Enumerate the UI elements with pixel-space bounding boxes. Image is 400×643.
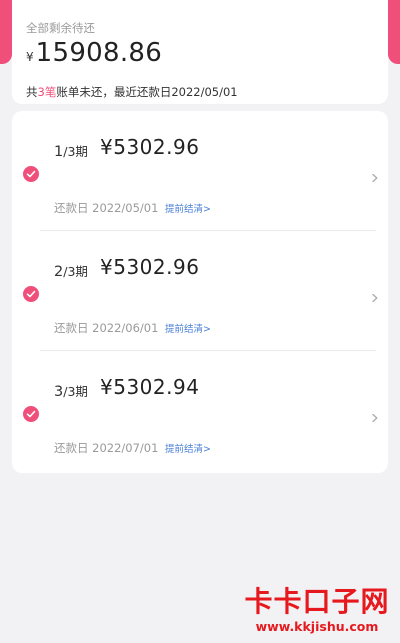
summary-note: 共3笔账单未还，最近还款日2022/05/01	[26, 84, 238, 100]
summary-note-prefix: 共	[26, 85, 38, 99]
summary-amount-row: ¥ 15908.86	[26, 38, 162, 68]
summary-note-count: 3笔	[37, 85, 57, 99]
bill-amount: ¥5302.94	[100, 375, 200, 399]
bill-period-current: 2	[54, 264, 64, 280]
watermark-url: www.kkjishu.com	[255, 619, 379, 634]
summary-label: 全部剩余待还	[26, 21, 95, 35]
check-icon[interactable]	[23, 286, 39, 302]
watermark-name: 卡卡口子网	[244, 585, 390, 618]
bill-period-current: 3	[54, 384, 64, 400]
bill-row-1[interactable]: 1/3期 ¥5302.96 还款日 2022/05/01 提前结清>	[12, 111, 388, 231]
chevron-right-icon[interactable]	[370, 288, 380, 303]
bill-period-current: 1	[54, 144, 64, 160]
summary-amount: 15908.86	[35, 38, 163, 68]
screen: 全部剩余待还 ¥ 15908.86 共3笔账单未还，最近还款日2022/05/0…	[0, 0, 400, 643]
check-icon[interactable]	[23, 166, 39, 182]
bill-period-total: /3期	[63, 264, 88, 279]
bill-due-date: 还款日 2022/05/01	[54, 201, 159, 215]
bill-list: 1/3期 ¥5302.96 还款日 2022/05/01 提前结清> 2/3期 …	[12, 111, 388, 473]
summary-card: 全部剩余待还 ¥ 15908.86 共3笔账单未还，最近还款日2022/05/0…	[12, 0, 388, 104]
header-accent-left	[0, 0, 12, 64]
bill-period-total: /3期	[63, 384, 88, 399]
bill-period-total: /3期	[63, 144, 88, 159]
bill-period: 3/3期	[54, 381, 88, 400]
prepay-link[interactable]: 提前结清>	[165, 321, 211, 335]
bill-period: 1/3期	[54, 141, 88, 160]
bill-row-2[interactable]: 2/3期 ¥5302.96 还款日 2022/06/01 提前结清>	[12, 231, 388, 351]
chevron-right-icon[interactable]	[370, 408, 380, 423]
chevron-right-icon[interactable]	[370, 168, 380, 183]
bill-due-date: 还款日 2022/07/01	[54, 441, 159, 455]
check-icon[interactable]	[23, 406, 39, 422]
bill-period: 2/3期	[54, 261, 88, 280]
bill-amount: ¥5302.96	[100, 135, 200, 159]
header-accent-right	[388, 0, 400, 64]
prepay-link[interactable]: 提前结清>	[165, 201, 211, 215]
bill-row-3[interactable]: 3/3期 ¥5302.94 还款日 2022/07/01 提前结清>	[12, 351, 388, 471]
bill-amount: ¥5302.96	[100, 255, 200, 279]
prepay-link[interactable]: 提前结清>	[165, 441, 211, 455]
site-watermark: 卡卡口子网 www.kkjishu.com	[242, 585, 392, 635]
summary-note-suffix: 账单未还，最近还款日2022/05/01	[56, 85, 238, 99]
bill-due-date: 还款日 2022/06/01	[54, 321, 159, 335]
summary-currency: ¥	[26, 50, 34, 64]
